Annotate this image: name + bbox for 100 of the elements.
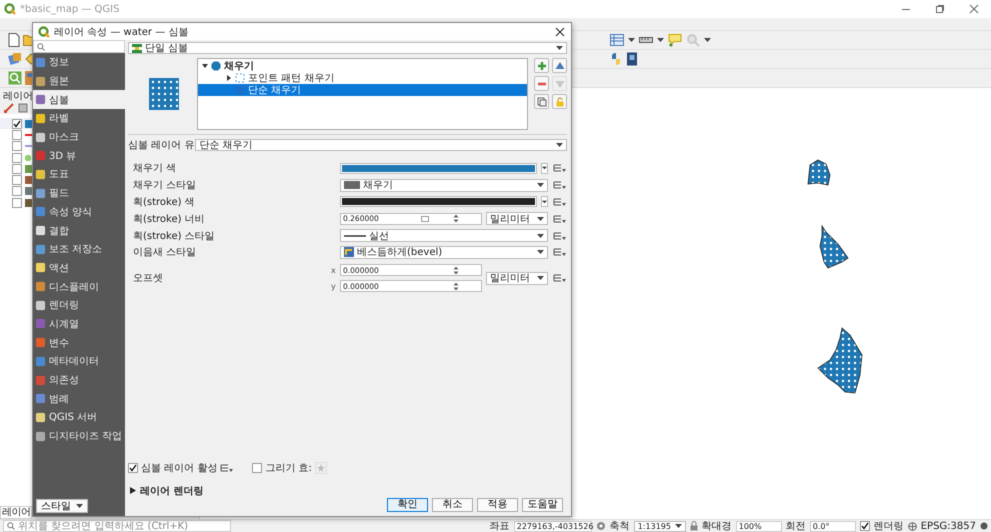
sidebar-item[interactable]: 심볼 — [33, 90, 125, 110]
sidebar-item[interactable]: 필드 — [33, 184, 125, 202]
data-defined-button[interactable] — [553, 230, 567, 241]
close-icon[interactable] — [969, 4, 979, 14]
collapse-arrow-icon[interactable] — [226, 75, 232, 81]
section-header[interactable]: 레이어 렌더링 — [130, 484, 567, 497]
sidebar-item[interactable]: 마스크 — [33, 128, 125, 146]
toggle-extents-icon[interactable] — [596, 521, 606, 531]
sidebar-item[interactable]: 렌더링 — [33, 296, 125, 315]
scale-dropdown[interactable]: 1:13195 — [634, 520, 686, 532]
move-up-button[interactable] — [552, 58, 567, 73]
checkbox[interactable] — [12, 130, 22, 140]
speech-bubble-icon[interactable] — [668, 33, 682, 47]
square-icon — [35, 225, 46, 236]
brush-icon[interactable] — [4, 103, 14, 113]
dialog-button[interactable]: 확인 — [387, 498, 428, 512]
sidebar-item[interactable]: 도표 — [33, 165, 125, 184]
checkbox[interactable] — [12, 198, 22, 208]
dialog-button[interactable]: 도움말 — [522, 498, 563, 512]
remove-button[interactable] — [534, 76, 549, 91]
rotation-field[interactable]: 0.0° — [810, 520, 856, 532]
style-menu-button[interactable]: 스타일 — [36, 499, 88, 513]
sidebar-item[interactable]: 속성 양식 — [33, 202, 125, 222]
restore-icon[interactable] — [935, 4, 945, 14]
checkbox[interactable] — [860, 521, 870, 531]
field-label: 채우기 색 — [133, 162, 178, 176]
sidebar-item[interactable]: 시계열 — [33, 314, 125, 334]
lock-icon[interactable] — [690, 521, 698, 531]
add-button[interactable] — [534, 58, 549, 73]
search-field[interactable] — [33, 40, 125, 53]
sidebar-item[interactable]: 라벨 — [33, 109, 125, 128]
square-icon — [35, 300, 46, 311]
square-icon — [35, 393, 46, 404]
duplicate-button[interactable] — [534, 94, 549, 109]
render-label: 렌더링 — [874, 520, 904, 532]
sidebar-item[interactable]: 3D 뷰 — [33, 146, 125, 166]
checkbox[interactable] — [12, 141, 22, 152]
zoom-icon[interactable] — [8, 71, 22, 85]
style-dropdown[interactable]: 베스듬하게(bevel) — [340, 246, 548, 259]
sidebar-item[interactable]: 디스플레이 — [33, 277, 125, 296]
coordinate-field[interactable]: 2279163,-4031526 — [514, 520, 592, 532]
clear-icon[interactable] — [421, 216, 429, 222]
sidebar-item[interactable]: 원본 — [33, 72, 125, 90]
sidebar-item[interactable]: 메타데이터 — [33, 352, 125, 371]
data-defined-button[interactable] — [553, 247, 567, 258]
file-icon[interactable] — [8, 33, 20, 47]
tree-item[interactable]: 포인트 패턴 채우기 — [198, 72, 527, 84]
style-dropdown[interactable]: 채우기 — [340, 178, 548, 192]
book-icon[interactable] — [626, 52, 638, 66]
tree-item[interactable]: 채우기 — [198, 60, 527, 72]
location-search-field[interactable]: 위치를 찾으려면 입력하세요 (Ctrl+K) — [3, 520, 231, 532]
data-defined-button[interactable] — [553, 196, 567, 207]
sidebar-item[interactable]: 디지타이즈 작업 — [33, 426, 125, 446]
layer-style-icon[interactable] — [18, 103, 28, 113]
crs-button[interactable]: EPSG:3857 — [920, 520, 976, 532]
checkbox[interactable] — [252, 463, 262, 473]
sidebar-item[interactable]: QGIS 서버 — [33, 408, 125, 427]
symbol-layer-type-dropdown[interactable]: 단순 채우기 — [195, 138, 567, 150]
color-menu-button[interactable] — [541, 196, 548, 208]
sidebar-item[interactable]: 액션 — [33, 258, 125, 278]
add-icon — [536, 60, 546, 70]
checkbox[interactable] — [128, 463, 138, 473]
globe-icon[interactable] — [908, 522, 917, 530]
color-menu-button[interactable] — [541, 162, 548, 174]
checkbox[interactable] — [12, 152, 22, 163]
style-dropdown[interactable]: 실선 — [340, 229, 548, 242]
layers-icon[interactable] — [8, 52, 22, 66]
checkbox[interactable] — [12, 118, 22, 129]
square-icon — [35, 76, 46, 87]
unit-dropdown[interactable]: 밀리미터 — [486, 272, 548, 285]
two-tone-icon[interactable] — [610, 52, 622, 66]
sidebar-item[interactable]: 범례 — [33, 389, 125, 408]
square-icon — [35, 132, 46, 143]
panel-tab[interactable]: 레이어 — [0, 506, 32, 519]
messages-icon[interactable] — [980, 521, 988, 531]
sidebar-item[interactable]: 정보 — [33, 53, 125, 72]
square-icon — [35, 262, 46, 274]
sidebar-item[interactable]: 변수 — [33, 333, 125, 352]
dialog-button[interactable]: 적용 — [477, 498, 518, 512]
renderer-dropdown[interactable]: 단일 심볼 — [128, 42, 567, 54]
sidebar-item[interactable]: 보조 저장소 — [33, 240, 125, 259]
lock-button[interactable] — [552, 94, 567, 109]
data-defined-button[interactable] — [220, 463, 234, 473]
dialog-button[interactable]: 취소 — [432, 498, 473, 512]
ruler-icon[interactable] — [639, 36, 653, 44]
tree-item[interactable]: 단순 채우기 — [198, 84, 527, 96]
checkbox[interactable] — [12, 186, 22, 196]
table-icon[interactable] — [610, 34, 624, 46]
checkbox[interactable] — [12, 164, 22, 174]
data-defined-button[interactable] — [553, 214, 567, 224]
data-defined-button[interactable] — [553, 273, 567, 284]
sidebar-item[interactable]: 의존성 — [33, 370, 125, 390]
checkbox[interactable] — [12, 175, 22, 186]
sidebar-item[interactable]: 결합 — [33, 221, 125, 240]
close-icon[interactable] — [555, 26, 565, 36]
magnifier-field[interactable]: 100% — [736, 520, 782, 532]
expand-arrow-icon[interactable] — [202, 63, 208, 69]
data-defined-button[interactable] — [553, 180, 567, 190]
unit-dropdown[interactable]: 밀리미터 — [486, 212, 548, 226]
data-defined-button[interactable] — [553, 163, 567, 174]
